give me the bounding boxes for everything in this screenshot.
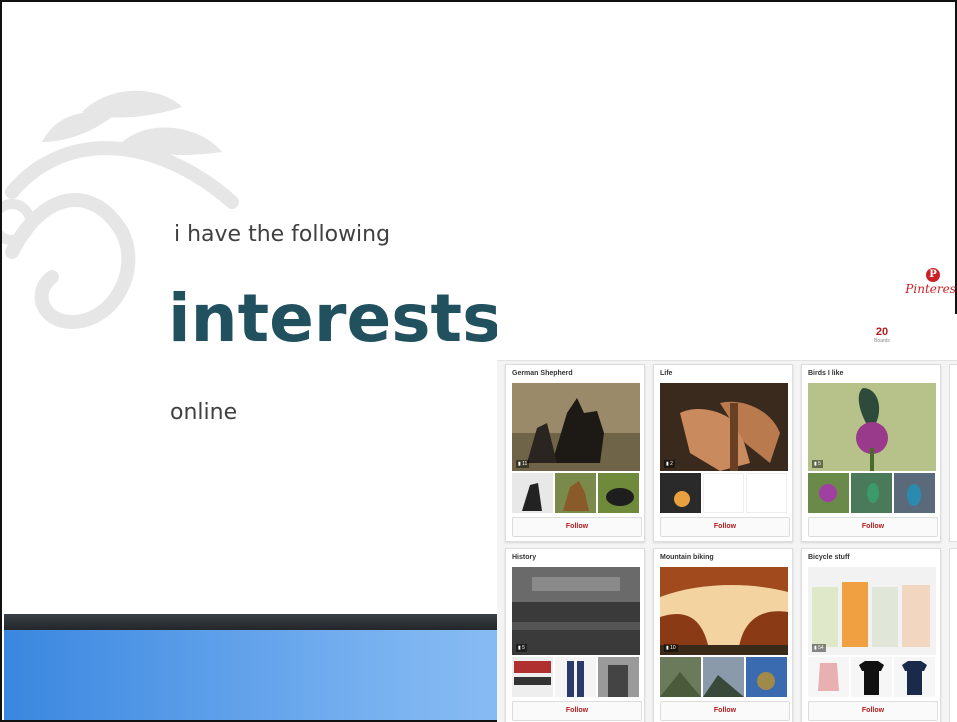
follow-button[interactable]: Follow <box>808 701 938 721</box>
follow-button[interactable]: Follow <box>512 701 642 721</box>
board-thumbnail <box>598 473 639 513</box>
board-thumbnail <box>598 657 639 697</box>
board-cover-image <box>660 383 788 471</box>
board-thumbnail <box>851 657 892 697</box>
board-title: Birds I like <box>808 370 844 377</box>
board-thumbnail <box>808 657 849 697</box>
board-pin-count: ▮ 10 <box>664 644 678 652</box>
board-card-partial[interactable] <box>949 548 957 722</box>
board-thumbnail <box>894 657 935 697</box>
board-thumbnail <box>746 657 787 697</box>
board-thumbnail <box>894 473 935 513</box>
board-pin-count: ▮ 54 <box>812 644 826 652</box>
board-title: Mountain biking <box>660 554 714 561</box>
pinterest-logo: P Pinterest <box>903 268 957 308</box>
follow-button[interactable]: Follow <box>808 517 938 537</box>
board-thumbnail <box>512 657 553 697</box>
board-thumbnail <box>660 473 701 513</box>
slide-subtitle-bottom: online <box>170 400 238 425</box>
board-thumbnail <box>703 657 744 697</box>
boards-count-label: Boards <box>874 338 890 344</box>
board-cover-image <box>660 567 788 655</box>
board-title: History <box>512 554 537 561</box>
board-thumbnail <box>851 473 892 513</box>
slide-subtitle-top: i have the following <box>174 222 391 247</box>
pinterest-logo-text: Pinterest <box>905 282 957 296</box>
board-card-german-shepherd[interactable]: German Shepherd ▮ 11 Follow <box>505 364 645 542</box>
slide-title: interests <box>168 280 502 357</box>
board-cover-image <box>512 383 640 471</box>
board-title: Bicycle stuff <box>808 554 850 561</box>
board-thumbnail <box>512 473 553 513</box>
pinterest-profile-header: 20 Boards <box>497 314 957 361</box>
board-cover-image <box>808 567 936 655</box>
board-pin-count: ▮ 5 <box>516 644 527 652</box>
board-thumbnail <box>660 657 701 697</box>
boards-count-number: 20 <box>875 326 889 338</box>
board-card-birds-i-like[interactable]: Birds I like ▮ 5 Follow <box>801 364 941 542</box>
board-thumbnail <box>808 473 849 513</box>
board-card-history[interactable]: History ▮ 5 Follow <box>505 548 645 722</box>
board-thumbnail-empty <box>703 473 744 513</box>
follow-button[interactable]: Follow <box>512 517 642 537</box>
board-card-partial[interactable] <box>949 364 957 542</box>
board-cover-image <box>512 567 640 655</box>
board-pin-count: ▮ 11 <box>516 460 530 468</box>
board-cover-image <box>808 383 936 471</box>
board-card-mountain-biking[interactable]: Mountain biking ▮ 10 Follow <box>653 548 793 722</box>
follow-button[interactable]: Follow <box>660 517 790 537</box>
board-card-life[interactable]: Life ▮ 2 Follow <box>653 364 793 542</box>
board-thumbnail-empty <box>746 473 787 513</box>
board-pin-count: ▮ 5 <box>812 460 823 468</box>
pinterest-screenshot: 20 Boards German Shepherd ▮ 11 Follow Li… <box>497 314 957 722</box>
board-title: Life <box>660 370 673 377</box>
board-card-bicycle-stuff[interactable]: Bicycle stuff ▮ 54 Follow <box>801 548 941 722</box>
board-thumbnail <box>555 657 596 697</box>
follow-button[interactable]: Follow <box>660 701 790 721</box>
board-title: German Shepherd <box>512 370 573 377</box>
boards-count-tab[interactable]: 20 Boards <box>867 326 897 344</box>
board-pin-count: ▮ 2 <box>664 460 675 468</box>
board-thumbnail <box>555 473 596 513</box>
pinterest-logo-icon: P <box>926 268 940 282</box>
